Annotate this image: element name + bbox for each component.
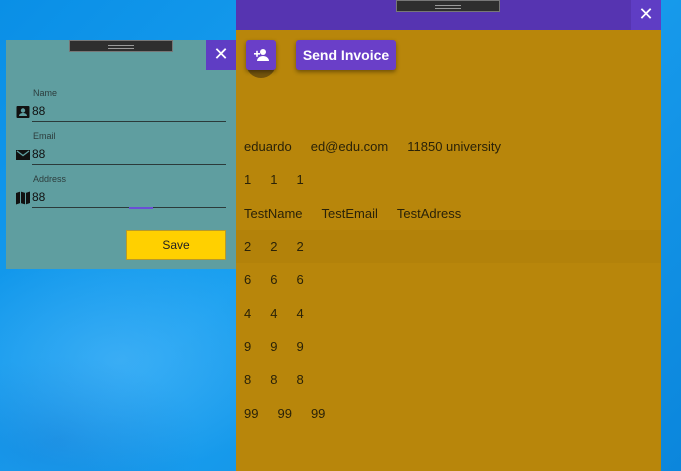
list-item-cell: 1	[244, 172, 252, 188]
list-item-cell: 11850 university	[407, 139, 501, 155]
name-input[interactable]	[32, 101, 226, 122]
list-item-cell: 4	[296, 305, 304, 321]
list-item-cell: 2	[244, 239, 252, 255]
name-label: Name	[33, 88, 58, 98]
list-item-cell: 4	[244, 305, 252, 321]
envelope-icon	[16, 150, 30, 160]
list-item-cell: 8	[244, 372, 252, 388]
list-item[interactable]: 8 8 8	[236, 363, 661, 396]
map-icon	[16, 191, 30, 205]
list-item-cell: 6	[296, 272, 304, 288]
invoice-window-close-button[interactable]: ✕	[631, 0, 661, 30]
list-item-cell: 9	[270, 338, 278, 354]
list-item-cell: 8	[270, 372, 278, 388]
address-input[interactable]	[32, 187, 226, 208]
list-item-cell: 9	[296, 338, 304, 354]
add-contact-button[interactable]	[246, 40, 276, 70]
name-field-group: Name	[16, 88, 226, 128]
list-item-cell: 99	[277, 405, 292, 421]
list-item[interactable]: eduardo ed@edu.com 11850 university	[236, 130, 661, 163]
email-field-group: Email	[16, 131, 226, 171]
list-item-cell: 1	[270, 172, 278, 188]
list-item-cell: 6	[244, 272, 252, 288]
list-item-cell: 99	[310, 405, 326, 421]
list-item[interactable]: 9 9 9	[236, 330, 661, 363]
list-item-cell: 4	[270, 305, 278, 321]
invoice-window: ✕ Send Invoice eduardo ed@edu.com 11850 un…	[236, 0, 661, 471]
list-item-cell: 9	[244, 338, 252, 354]
list-item-cell: 8	[296, 372, 304, 388]
list-item[interactable]: 1 1 1	[236, 163, 661, 196]
list-item-cell: 99	[244, 405, 259, 421]
address-focus-indicator	[129, 207, 153, 209]
address-field-group: Address	[16, 174, 226, 214]
list-item-cell: 2	[296, 239, 304, 255]
list-item[interactable]: 6 6 6	[236, 263, 661, 296]
list-item-cell: 1	[296, 172, 304, 188]
list-item[interactable]: TestName TestEmail TestAdress	[236, 197, 661, 230]
email-label: Email	[33, 131, 56, 141]
contacts-list: eduardo ed@edu.com 11850 university 1 1 1 Test…	[236, 130, 661, 430]
list-item-cell: 6	[270, 272, 278, 288]
address-label: Address	[33, 174, 67, 184]
invoice-window-drag-handle[interactable]	[396, 0, 500, 12]
email-input[interactable]	[32, 144, 226, 165]
list-item-cell: 2	[270, 239, 278, 255]
list-item-cell: TestEmail	[321, 205, 378, 221]
save-button[interactable]: Save	[126, 230, 226, 260]
list-item[interactable]: 99 99 99	[236, 396, 661, 429]
list-item-cell: TestName	[244, 205, 303, 221]
contact-form-window: ✕ Name Email Address Save	[6, 40, 236, 269]
form-window-drag-handle[interactable]	[69, 40, 173, 52]
list-item[interactable]: 2 2 2	[236, 229, 661, 264]
list-item-cell: ed@edu.com	[310, 139, 389, 155]
list-item-cell: TestAdress	[396, 205, 462, 221]
form-window-close-button[interactable]: ✕	[206, 40, 236, 70]
list-item-cell: eduardo	[244, 139, 292, 155]
contact-card-icon	[16, 106, 30, 118]
send-invoice-button[interactable]: Send Invoice	[296, 40, 396, 70]
person-add-icon	[254, 49, 269, 61]
list-item[interactable]: 4 4 4	[236, 296, 661, 329]
